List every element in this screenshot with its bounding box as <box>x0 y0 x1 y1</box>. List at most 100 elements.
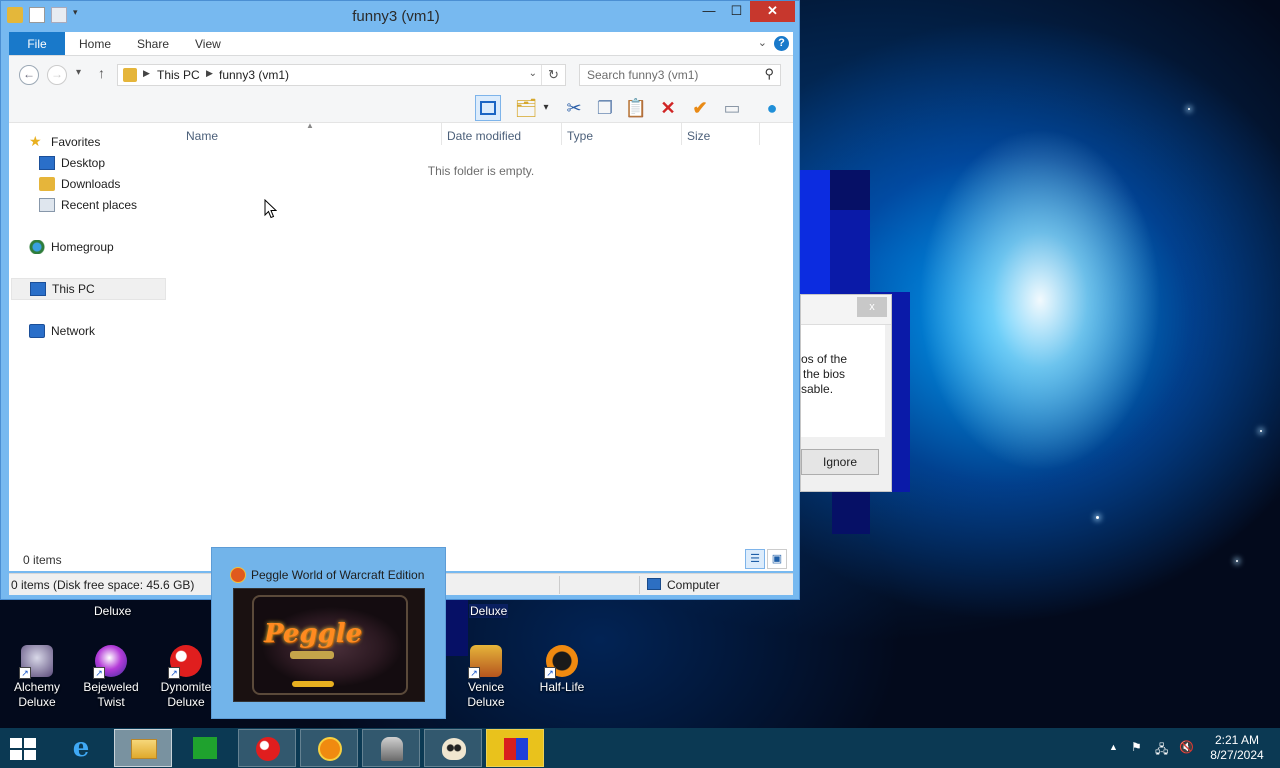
breadcrumb-this-pc[interactable]: This PC <box>157 68 200 82</box>
tab-share[interactable]: Share <box>137 32 169 55</box>
move-to-dropdown-icon[interactable]: ▾ <box>539 95 553 121</box>
taskbar-file-explorer[interactable] <box>114 729 172 767</box>
shortcut-arrow-icon: ↗ <box>93 667 105 679</box>
desktop-icon-label: Half-Life <box>539 680 585 694</box>
search-input[interactable]: Search funny3 (vm1) <box>587 68 698 82</box>
address-history-chevron-icon[interactable]: ⌄ <box>529 68 537 79</box>
desktop-icon-half-life[interactable]: ↗ Half-Life <box>525 645 599 695</box>
minimize-button[interactable]: — <box>695 1 723 22</box>
column-divider[interactable] <box>759 123 760 145</box>
recent-places-icon <box>39 198 55 212</box>
scissors-icon: ✂ <box>566 98 582 118</box>
desktop-icon-alchemy-deluxe[interactable]: ↗ Alchemy Deluxe <box>0 645 74 710</box>
thumbnail-window-preview[interactable]: Peggle <box>233 588 425 702</box>
mouse-pointer-icon <box>264 199 277 219</box>
globe-icon: ● <box>766 98 778 118</box>
column-divider[interactable] <box>681 123 682 145</box>
network-drive-button[interactable]: ● <box>759 95 785 121</box>
downloads-folder-icon <box>39 177 55 191</box>
recent-locations-chevron-icon[interactable]: ▾ <box>76 67 81 78</box>
glitch-artifact <box>830 210 870 294</box>
expand-ribbon-chevron-icon[interactable]: ⌄ <box>758 36 767 49</box>
close-button[interactable]: ✕ <box>750 1 795 22</box>
breadcrumb-current-folder[interactable]: funny3 (vm1) <box>219 68 289 82</box>
this-pc-location-icon <box>123 68 137 82</box>
start-button[interactable] <box>0 729 48 767</box>
pane-icon <box>480 101 496 115</box>
help-icon[interactable]: ? <box>774 36 789 51</box>
nav-item-this-pc[interactable]: This PC <box>11 278 166 300</box>
taskbar-thumbnail-preview[interactable]: Peggle World of Warcraft Edition Peggle <box>211 547 446 719</box>
refresh-button[interactable]: ↻ <box>541 65 565 85</box>
column-divider[interactable] <box>441 123 442 145</box>
action-center-flag-icon[interactable]: ⚑ <box>1131 740 1142 754</box>
nav-item-network[interactable]: Network <box>29 321 169 341</box>
status-divider <box>559 576 560 594</box>
peggle-app-icon <box>230 567 246 583</box>
column-divider[interactable] <box>561 123 562 145</box>
search-box[interactable]: Search funny3 (vm1) ⚲ <box>579 64 781 86</box>
column-header-size[interactable]: Size <box>687 129 710 143</box>
dialog-close-button[interactable]: x <box>857 297 887 317</box>
address-box[interactable]: ▶ This PC ▶ funny3 (vm1) ⌄ ↻ <box>117 64 566 86</box>
block-game-icon <box>503 736 529 762</box>
tab-view[interactable]: View <box>195 32 221 55</box>
desktop-icon-label-partial: Deluxe <box>94 604 132 618</box>
address-toolbar: ← → ▾ ↑ ▶ This PC ▶ funny3 (vm1) ⌄ ↻ Sea… <box>9 56 793 93</box>
content-area: ★ Favorites Desktop Downloads Recent pla… <box>9 121 793 571</box>
nav-item-favorites[interactable]: ★ Favorites <box>29 132 169 152</box>
up-button[interactable]: ↑ <box>98 65 105 81</box>
network-status-icon[interactable]: 🖧 <box>1155 740 1168 761</box>
nav-item-recent-places[interactable]: Recent places <box>39 195 169 215</box>
volume-muted-icon[interactable]: 🔇 <box>1179 740 1194 754</box>
zone-status: Computer <box>667 578 720 592</box>
file-explorer-icon <box>131 736 157 762</box>
column-header-date-modified[interactable]: Date modified <box>447 129 521 143</box>
desktop-icon-venice-deluxe[interactable]: ↗ Venice Deluxe <box>449 645 523 710</box>
desktop-icon-bejeweled-twist[interactable]: ↗ Bejeweled Twist <box>74 645 148 710</box>
forward-button[interactable]: → <box>47 65 67 85</box>
show-hidden-icons-icon[interactable]: ▲ <box>1109 742 1118 752</box>
taskbar-skull-game[interactable] <box>424 729 482 767</box>
homegroup-icon <box>29 240 45 254</box>
taskbar-store[interactable] <box>176 729 234 767</box>
select-button[interactable]: ✔ <box>687 95 713 121</box>
taskbar-internet-explorer[interactable]: e <box>52 729 110 767</box>
large-icons-view-icon[interactable]: ▣ <box>767 549 787 569</box>
maximize-button[interactable]: ☐ <box>723 1 750 22</box>
peggle-icon <box>317 736 343 762</box>
taskbar-clock[interactable]: 2:21 AM 8/27/2024 <box>1204 733 1270 763</box>
taskbar-peggle[interactable] <box>300 729 358 767</box>
breadcrumb-separator-icon[interactable]: ▶ <box>143 68 150 79</box>
taskbar-robot-game[interactable] <box>362 729 420 767</box>
view-switcher: ☰ ▣ <box>745 549 787 569</box>
tab-file[interactable]: File <box>9 32 65 55</box>
delete-button[interactable]: ✕ <box>655 95 681 121</box>
cut-button[interactable]: ✂ <box>561 95 587 121</box>
column-header-name[interactable]: Name <box>186 129 218 143</box>
details-view-icon[interactable]: ☰ <box>745 549 765 569</box>
paste-button[interactable]: 📋 <box>623 95 649 121</box>
column-header-type[interactable]: Type <box>567 129 593 143</box>
search-icon[interactable]: ⚲ <box>764 66 774 82</box>
clipboard-icon: 📋 <box>624 98 648 118</box>
back-button[interactable]: ← <box>19 65 39 85</box>
shortcut-arrow-icon: ↗ <box>19 667 31 679</box>
robot-game-icon <box>379 736 405 762</box>
preview-pane-button[interactable] <box>475 95 501 121</box>
empty-folder-message: This folder is empty. <box>427 164 535 178</box>
nav-item-homegroup[interactable]: Homegroup <box>29 237 169 257</box>
tab-home[interactable]: Home <box>79 32 111 55</box>
breadcrumb-separator-icon[interactable]: ▶ <box>206 68 213 79</box>
taskbar-block-game[interactable] <box>486 729 544 767</box>
copy-button[interactable]: ❐ <box>592 95 618 121</box>
taskbar-dynomite[interactable] <box>238 729 296 767</box>
network-icon <box>29 324 45 338</box>
taskbar: e ▲ ⚑ 🖧 🔇 2:21 AM 8/27/2024 <box>0 728 1280 768</box>
rename-button[interactable]: ▭ <box>719 95 745 121</box>
window-titlebar[interactable]: ▾ funny3 (vm1) — ☐ ✕ <box>1 1 799 31</box>
move-to-button[interactable]: 🗂 <box>513 95 539 121</box>
ignore-button[interactable]: Ignore <box>801 449 879 475</box>
ribbon-tabs: File Home Share View ⌄ ? <box>9 32 793 56</box>
shortcut-arrow-icon: ↗ <box>544 667 556 679</box>
